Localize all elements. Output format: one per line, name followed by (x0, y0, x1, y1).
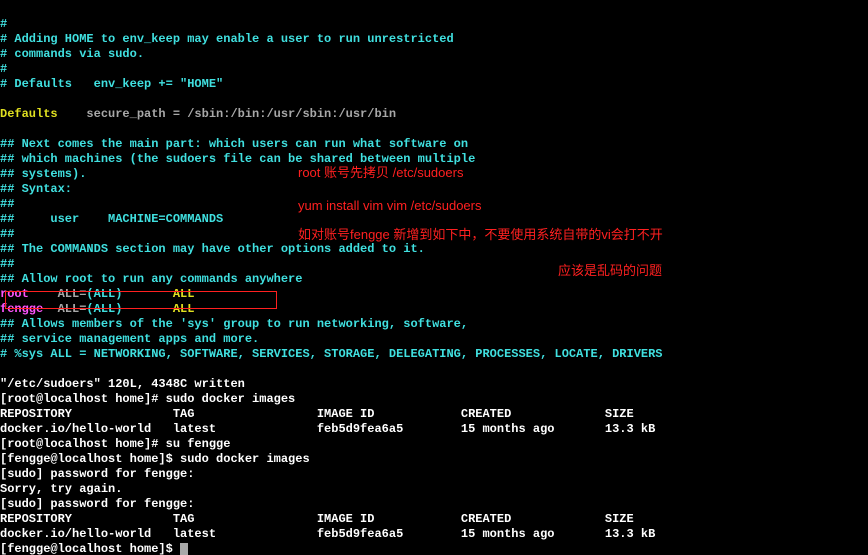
sudoers-line: ## Allows members of the 'sys' group to … (0, 317, 868, 332)
shell-line: [sudo] password for fengge: (0, 467, 868, 482)
segment: docker.io/hello-world latest feb5d9fea6a… (0, 422, 655, 436)
sudoers-line: Defaults secure_path = /sbin:/bin:/usr/s… (0, 107, 868, 122)
shell-line: REPOSITORY TAG IMAGE ID CREATED SIZE (0, 407, 868, 422)
sudoers-line (0, 122, 868, 137)
shell-line: docker.io/hello-world latest feb5d9fea6a… (0, 527, 868, 542)
shell-line: [sudo] password for fengge: (0, 497, 868, 512)
segment: [root@localhost home]# sudo docker image… (0, 392, 295, 406)
blank-line (0, 362, 868, 377)
segment: "/etc/sudoers" 120L, 4348C written (0, 377, 245, 391)
sudoers-line: ## (0, 257, 868, 272)
sudoers-line: ## Next comes the main part: which users… (0, 137, 868, 152)
sudoers-line (0, 92, 868, 107)
segment: [fengge@localhost home]$ sudo docker ima… (0, 452, 310, 466)
sudoers-line: ## service management apps and more. (0, 332, 868, 347)
segment: [root@localhost home]# su fengge (0, 437, 230, 451)
sudoers-line: # (0, 17, 868, 32)
annotation-4: 应该是乱码的问题 (558, 260, 662, 279)
terminal-window[interactable]: ## Adding HOME to env_keep may enable a … (0, 0, 868, 555)
shell-line: [root@localhost home]# sudo docker image… (0, 392, 868, 407)
segment: [sudo] password for fengge: (0, 497, 194, 511)
sudoers-line: # Defaults env_keep += "HOME" (0, 77, 868, 92)
sudoers-line: ## Syntax: (0, 182, 868, 197)
shell-line: [fengge@localhost home]$ (0, 542, 868, 555)
shell-line: "/etc/sudoers" 120L, 4348C written (0, 377, 868, 392)
shell-line: REPOSITORY TAG IMAGE ID CREATED SIZE (0, 512, 868, 527)
sudoers-line: ## The COMMANDS section may have other o… (0, 242, 868, 257)
segment: [fengge@localhost home]$ (0, 542, 180, 555)
highlight-box-fengge (5, 291, 277, 309)
sudoers-line: # commands via sudo. (0, 47, 868, 62)
segment: REPOSITORY TAG IMAGE ID CREATED SIZE (0, 407, 634, 421)
segment: [sudo] password for fengge: (0, 467, 194, 481)
segment: REPOSITORY TAG IMAGE ID CREATED SIZE (0, 512, 634, 526)
segment: Sorry, try again. (0, 482, 122, 496)
annotation-2: yum install vim vim /etc/sudoers (298, 198, 482, 213)
shell-line: [root@localhost home]# su fengge (0, 437, 868, 452)
segment: Defaults (0, 107, 58, 121)
shell-line: Sorry, try again. (0, 482, 868, 497)
sudoers-line: # (0, 62, 868, 77)
cursor (180, 543, 188, 555)
sudoers-line: ## Allow root to run any commands anywhe… (0, 272, 868, 287)
sudoers-line: # %sys ALL = NETWORKING, SOFTWARE, SERVI… (0, 347, 868, 362)
shell-line: docker.io/hello-world latest feb5d9fea6a… (0, 422, 868, 437)
segment: docker.io/hello-world latest feb5d9fea6a… (0, 527, 655, 541)
annotation-3: 如对账号fengge 新增到如下中，不要使用系统自带的vi会打不开 (298, 224, 663, 243)
sudoers-line: # Adding HOME to env_keep may enable a u… (0, 32, 868, 47)
annotation-1: root 账号先拷贝 /etc/sudoers (298, 162, 463, 181)
shell-line: [fengge@localhost home]$ sudo docker ima… (0, 452, 868, 467)
segment: secure_path = /sbin:/bin:/usr/sbin:/usr/… (58, 107, 396, 121)
